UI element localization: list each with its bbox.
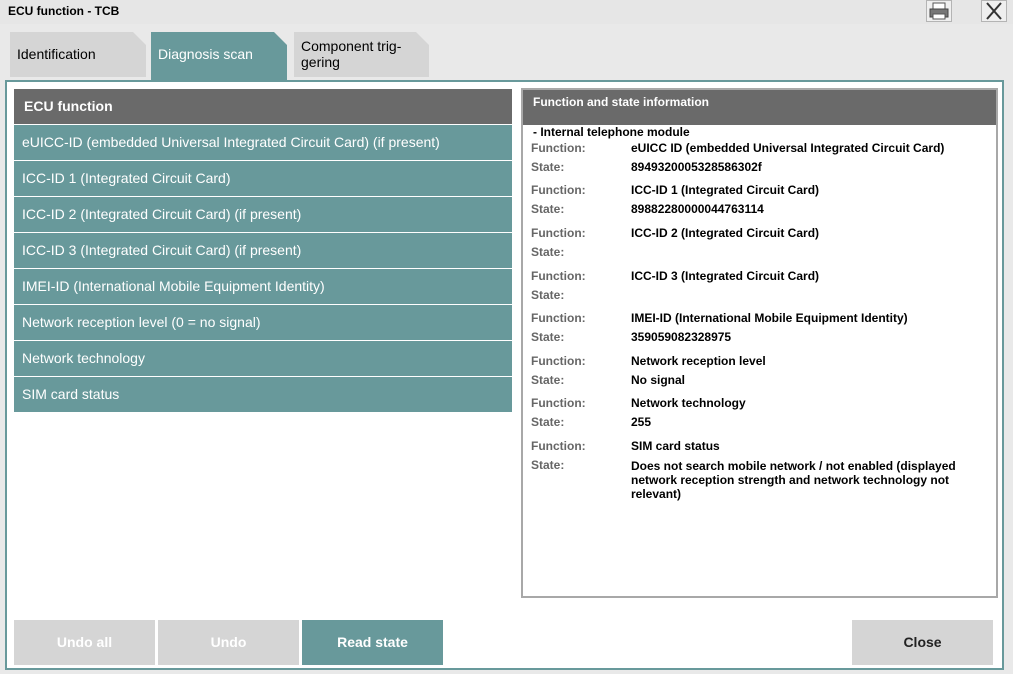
info-entry: Function: Network technology State: 255 (531, 396, 991, 434)
module-name: - Internal telephone module (533, 125, 690, 139)
ecu-function-list: ECU function eUICC-ID (embedded Universa… (14, 89, 512, 412)
info-entry: Function: Network reception level State: N… (531, 354, 991, 392)
ecu-function-item[interactable]: ICC-ID 3 (Integrated Circuit Card) (if p… (14, 233, 512, 268)
tab-identification[interactable]: Identification (10, 32, 146, 77)
close-button[interactable]: Close (852, 620, 993, 665)
ecu-function-item[interactable]: Network reception level (0 = no signal) (14, 305, 512, 340)
function-value: Network technology (631, 396, 746, 410)
tab-label: Identification (17, 46, 96, 62)
undo-button[interactable]: Undo (158, 620, 299, 665)
ecu-function-item[interactable]: ICC-ID 1 (Integrated Circuit Card) (14, 161, 512, 196)
ecu-function-item[interactable]: Network technology (14, 341, 512, 376)
window-close-button[interactable] (981, 0, 1007, 22)
print-button[interactable] (926, 0, 952, 22)
ecu-function-item[interactable]: eUICC-ID (embedded Universal Integrated … (14, 125, 512, 160)
function-value: SIM card status (631, 439, 720, 453)
function-value: eUICC ID (embedded Universal Integrated … (631, 141, 945, 155)
info-entry: Function: ICC-ID 3 (Integrated Circuit Ca… (531, 269, 991, 307)
read-state-button[interactable]: Read state (302, 620, 443, 665)
state-label: State: (531, 415, 565, 429)
ecu-function-item[interactable]: IMEI-ID (International Mobile Equipment … (14, 269, 512, 304)
info-entry: Function: IMEI-ID (International Mobile E… (531, 311, 991, 349)
state-value: 255 (631, 415, 652, 429)
info-entry: Function: ICC-ID 1 (Integrated Circuit Ca… (531, 183, 991, 221)
ecu-function-item[interactable]: SIM card status (14, 377, 512, 412)
printer-icon (929, 2, 949, 20)
function-state-info-panel: Function and state information - Interna… (521, 88, 998, 598)
state-label: State: (531, 245, 565, 259)
function-value: Network reception level (631, 354, 766, 368)
state-label: State: (531, 288, 565, 302)
info-entry: Function: eUICC ID (embedded Universal In… (531, 141, 991, 179)
function-label: Function: (531, 311, 586, 325)
function-value: ICC-ID 2 (Integrated Circuit Card) (631, 226, 820, 240)
function-value: ICC-ID 3 (Integrated Circuit Card) (631, 269, 820, 283)
state-label: State: (531, 330, 565, 344)
info-header: Function and state information (523, 90, 996, 125)
info-entry: Function: ICC-ID 2 (Integrated Circuit Ca… (531, 226, 991, 264)
tab-label: Diagnosis scan (158, 46, 253, 62)
tab-label: Component trig- gering (301, 38, 402, 70)
close-icon (986, 2, 1002, 20)
state-label: State: (531, 373, 565, 387)
tab-component-triggering[interactable]: Component trig- gering (294, 32, 429, 77)
state-value: 359059082328975 (631, 330, 732, 344)
function-label: Function: (531, 396, 586, 410)
state-label: State: (531, 160, 565, 174)
state-value: No signal (631, 373, 686, 387)
function-label: Function: (531, 141, 586, 155)
function-value: IMEI-ID (International Mobile Equipment … (631, 311, 908, 325)
function-label: Function: (531, 269, 586, 283)
undo-all-button[interactable]: Undo all (14, 620, 155, 665)
info-entry: Function: SIM card status State: Does not … (531, 439, 991, 501)
ecu-function-item[interactable]: ICC-ID 2 (Integrated Circuit Card) (if p… (14, 197, 512, 232)
function-label: Function: (531, 354, 586, 368)
window-title: ECU function - TCB (8, 4, 120, 18)
content-panel: ECU function eUICC-ID (embedded Universa… (5, 80, 1004, 670)
state-label: State: (531, 458, 565, 472)
state-value: 8949320005328586302f (631, 160, 762, 174)
tab-diagnosis-scan[interactable]: Diagnosis scan (151, 32, 287, 80)
title-bar: ECU function - TCB (0, 0, 1013, 24)
state-value: 89882280000044763114 (631, 202, 764, 216)
function-label: Function: (531, 183, 586, 197)
state-value: Does not search mobile network / not ena… (631, 459, 956, 501)
function-value: ICC-ID 1 (Integrated Circuit Card) (631, 183, 820, 197)
state-label: State: (531, 202, 565, 216)
tab-bar: Identification Diagnosis scan Component … (0, 26, 1013, 80)
function-label: Function: (531, 439, 586, 453)
function-label: Function: (531, 226, 586, 240)
ecu-function-header: ECU function (14, 89, 512, 124)
